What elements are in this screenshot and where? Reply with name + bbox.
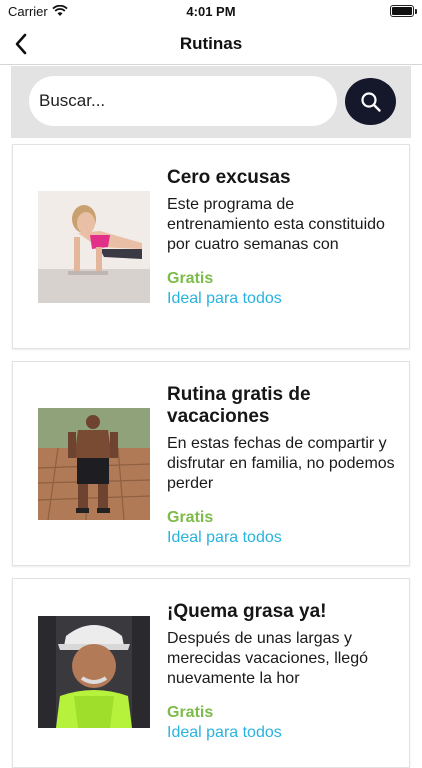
routine-description: Este programa de entrenamiento esta cons… bbox=[167, 196, 385, 253]
routine-price: Gratis bbox=[167, 509, 214, 526]
routine-card[interactable]: ¡Quema grasa ya! Después de unas largas … bbox=[12, 578, 410, 768]
routine-title: Rutina gratis de vacaciones bbox=[167, 384, 311, 427]
routine-price: Gratis bbox=[167, 704, 214, 721]
search-input[interactable] bbox=[29, 76, 337, 126]
routine-text: Rutina gratis de vacaciones En estas fec… bbox=[167, 384, 397, 548]
routine-title: ¡Quema grasa ya! bbox=[167, 601, 327, 622]
search-button[interactable] bbox=[345, 78, 396, 125]
battery-icon bbox=[390, 5, 417, 17]
page-title: Rutinas bbox=[179, 34, 243, 53]
routine-level: Ideal para todos bbox=[167, 724, 282, 741]
routine-description: Después de unas largas y merecidas vacac… bbox=[167, 630, 368, 687]
routine-level: Ideal para todos bbox=[167, 290, 282, 307]
routine-image-pushup bbox=[38, 191, 150, 303]
search-bar bbox=[11, 66, 411, 138]
navigation-bar: Rutinas bbox=[0, 22, 422, 65]
routine-image-trainer bbox=[38, 616, 150, 728]
routine-card[interactable]: Rutina gratis de vacaciones En estas fec… bbox=[12, 361, 410, 566]
clock: 4:01 PM bbox=[186, 4, 236, 19]
routine-description: En estas fechas de compartir y disfrutar… bbox=[167, 435, 395, 492]
routine-card[interactable]: Cero excusas Este programa de entrenamie… bbox=[12, 144, 410, 349]
routine-text: Cero excusas Este programa de entrenamie… bbox=[167, 167, 397, 309]
routine-level: Ideal para todos bbox=[167, 529, 282, 546]
routine-image-bodybuilder bbox=[38, 408, 150, 520]
routine-text: ¡Quema grasa ya! Después de unas largas … bbox=[167, 601, 397, 743]
status-bar: Carrier 4:01 PM bbox=[0, 0, 422, 22]
routine-price: Gratis bbox=[167, 270, 214, 287]
search-icon bbox=[360, 91, 381, 112]
routine-title: Cero excusas bbox=[167, 167, 291, 188]
